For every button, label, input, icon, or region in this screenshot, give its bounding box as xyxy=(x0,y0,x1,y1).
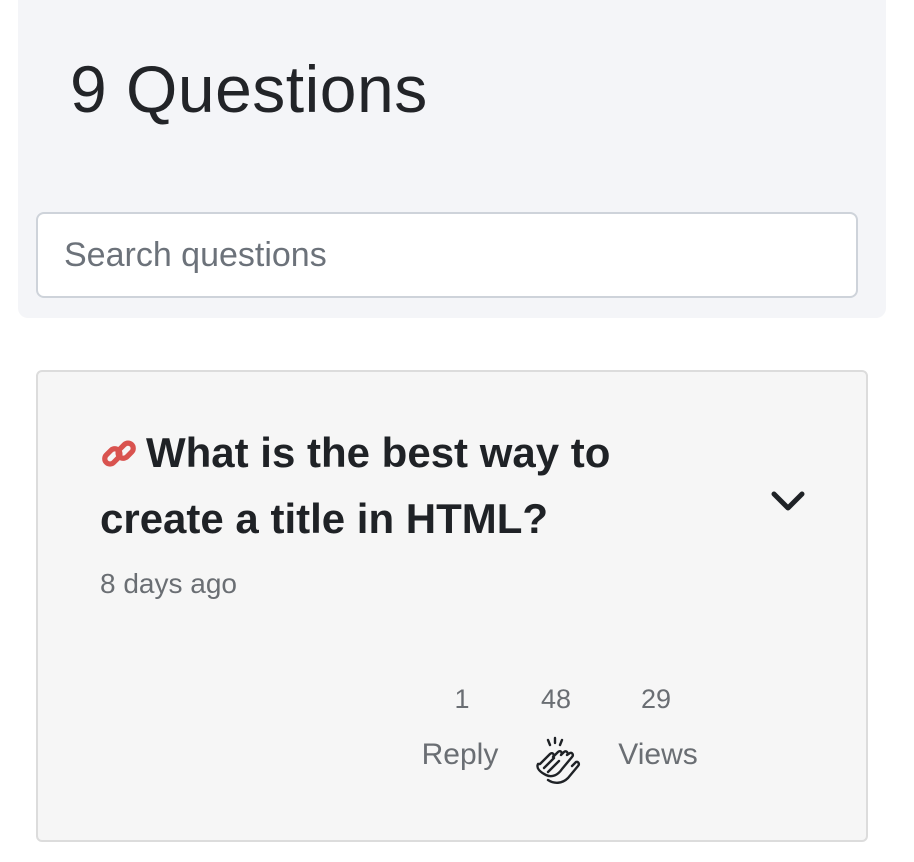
clap-count: 48 xyxy=(540,684,572,714)
views-label: Views xyxy=(618,738,698,771)
reply-count: 1 xyxy=(454,684,470,714)
link-icon xyxy=(102,440,136,467)
question-timestamp: 8 days ago xyxy=(100,568,237,599)
questions-header: 9 Questions xyxy=(18,0,886,318)
page-title: 9 Questions xyxy=(70,52,428,126)
clap-icon[interactable] xyxy=(528,734,586,792)
reply-label: Reply xyxy=(421,738,499,771)
question-title-link[interactable]: What is the best way to create a title i… xyxy=(100,420,740,552)
views-count: 29 xyxy=(640,684,672,714)
question-card[interactable]: What is the best way to create a title i… xyxy=(36,370,868,842)
search-input[interactable] xyxy=(36,212,858,298)
chevron-down-icon[interactable] xyxy=(770,488,806,514)
question-title-text: What is the best way to create a title i… xyxy=(100,429,611,542)
